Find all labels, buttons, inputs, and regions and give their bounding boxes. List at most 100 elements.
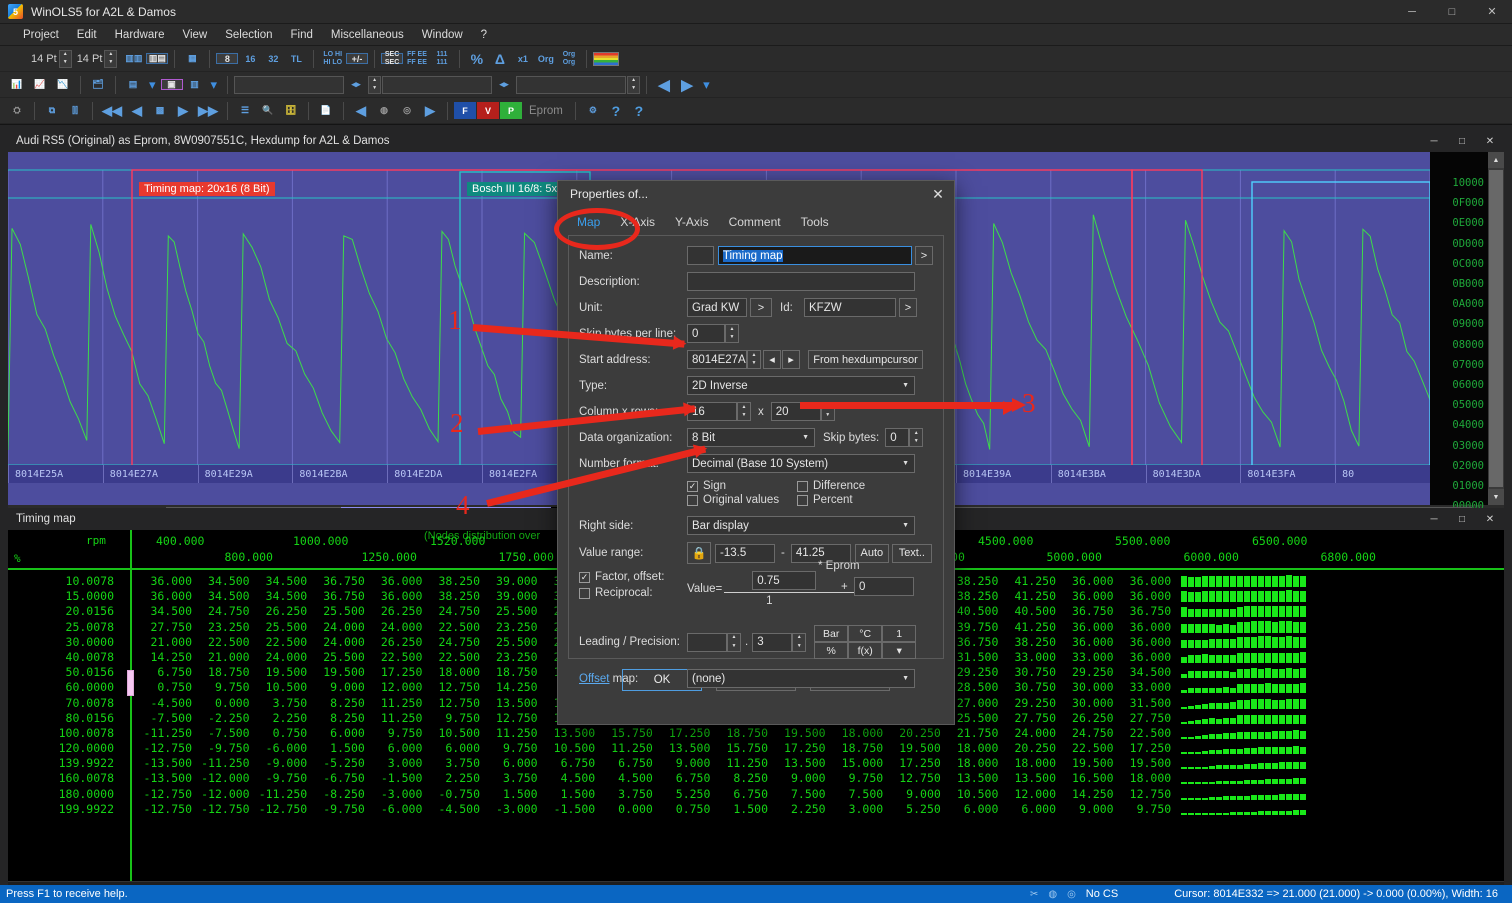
reciprocal-checkbox[interactable]: Reciprocal: <box>579 587 687 599</box>
grid-columns-icon[interactable]: ▦ <box>181 48 203 70</box>
data-cell[interactable]: 36.000 <box>1058 635 1114 649</box>
help-question-icon[interactable]: ? <box>605 100 627 122</box>
data-cell[interactable]: 11.250 <box>597 741 653 755</box>
menu-project[interactable]: Project <box>14 26 68 44</box>
factor-offset-checkbox[interactable]: ✓ Factor, offset: <box>579 571 687 583</box>
data-cell[interactable]: 24.000 <box>309 635 365 649</box>
leading-input[interactable] <box>687 632 727 652</box>
data-cell[interactable]: 11.250 <box>366 711 423 725</box>
data-cell[interactable]: 34.500 <box>194 589 250 603</box>
auto-button[interactable]: Auto <box>854 543 889 563</box>
table-row[interactable]: 100.0078 -11.250 -7.500 0.750 6.000 9.750 10.5… <box>8 726 1504 741</box>
last-icon[interactable]: ▶▶ <box>195 100 221 122</box>
data-cell[interactable]: 10.500 <box>942 787 999 801</box>
combo-1-spinner[interactable]: ▲ ▼ <box>368 75 382 94</box>
data-cell[interactable]: 25.500 <box>251 620 308 634</box>
data-cell[interactable]: -9.000 <box>251 756 308 770</box>
keyboard-map-icon[interactable]: ▥▥ <box>122 48 145 70</box>
data-cell[interactable]: 19.500 <box>1058 756 1114 770</box>
data-cell[interactable]: 12.000 <box>1000 787 1056 801</box>
start-address-prev-button[interactable]: ◂ <box>763 350 781 369</box>
close-button[interactable]: ✕ <box>1472 0 1512 24</box>
data-cell[interactable]: 27.750 <box>1115 711 1172 725</box>
data-organization-select[interactable]: 8 Bit ▼ <box>687 428 815 447</box>
help-pointer-icon[interactable]: ? <box>628 100 650 122</box>
font-size-1-spinner[interactable]: ▲ ▼ <box>58 49 72 68</box>
data-cell[interactable]: -6.750 <box>309 771 365 785</box>
data-cell[interactable]: -4.500 <box>424 802 480 816</box>
data-cell[interactable]: 34.500 <box>136 604 192 618</box>
data-cell[interactable]: 33.000 <box>1115 680 1172 694</box>
forward-arrow-icon[interactable]: ▶ <box>419 100 441 122</box>
unit-browse-button[interactable]: > <box>750 298 772 317</box>
bits-8-button[interactable]: 8 <box>216 53 239 64</box>
unit-fx-button[interactable]: f(x) <box>848 642 883 659</box>
data-cell[interactable]: -12.750 <box>136 787 192 801</box>
start-address-next-button[interactable]: ▸ <box>782 350 800 369</box>
data-cell[interactable]: 1.500 <box>309 741 365 755</box>
split-view-dropdown-icon[interactable]: ▾ <box>207 77 222 93</box>
data-cell[interactable]: -13.500 <box>136 771 192 785</box>
hexdump-vertical-scrollbar[interactable]: ▲ ▼ <box>1488 152 1504 505</box>
data-cell[interactable]: -11.250 <box>136 726 192 740</box>
data-cell[interactable]: 14.250 <box>136 650 192 664</box>
drop-icon[interactable]: ◍ <box>1048 889 1057 900</box>
leading-spinner[interactable]: ▲ ▼ <box>727 632 741 652</box>
data-cell[interactable]: 9.750 <box>366 726 423 740</box>
skip-bytes-spinner[interactable]: ▲ ▼ <box>909 428 924 447</box>
data-cell[interactable]: -13.500 <box>136 756 192 770</box>
data-cell[interactable]: 36.750 <box>309 589 365 603</box>
data-cell[interactable]: 6.000 <box>309 726 365 740</box>
data-cell[interactable]: 20.250 <box>885 726 941 740</box>
number-format-select[interactable]: Decimal (Base 10 System) ▼ <box>687 454 915 473</box>
data-cell[interactable]: 30.000 <box>1058 696 1114 710</box>
data-cell[interactable]: 22.500 <box>424 620 480 634</box>
tab-map[interactable]: Map <box>568 213 609 231</box>
secc-button[interactable]: SEC SEC <box>381 51 404 66</box>
unit-celsius-button[interactable]: °C <box>848 625 883 642</box>
data-cell[interactable]: 9.000 <box>885 787 941 801</box>
data-cell[interactable]: 10.500 <box>424 726 480 740</box>
data-cell[interactable]: 18.000 <box>942 756 999 770</box>
data-cell[interactable]: 22.500 <box>424 650 480 664</box>
data-cell[interactable]: 30.750 <box>1000 665 1056 679</box>
data-cell[interactable]: 18.000 <box>942 741 999 755</box>
data-cell[interactable]: 3.000 <box>827 802 884 816</box>
data-cell[interactable]: 33.000 <box>1000 650 1056 664</box>
lock-icon[interactable]: 🔒 <box>687 542 711 564</box>
data-cell[interactable]: 19.500 <box>770 726 826 740</box>
data-cell[interactable]: 3.000 <box>366 756 423 770</box>
menu-miscellaneous[interactable]: Miscellaneous <box>322 26 413 44</box>
data-cell[interactable]: 12.750 <box>482 711 538 725</box>
data-cell[interactable]: 12.750 <box>885 771 941 785</box>
right-side-select[interactable]: Bar display ▼ <box>687 516 915 535</box>
numerator-input[interactable]: 0.75 <box>752 571 817 590</box>
data-cell[interactable]: 13.500 <box>654 741 711 755</box>
data-cell[interactable]: 14.250 <box>1058 787 1114 801</box>
data-cell[interactable]: -7.500 <box>136 711 192 725</box>
ff-ee-button[interactable]: FF EE FF EE <box>404 48 430 70</box>
data-cell[interactable]: 15.000 <box>827 756 884 770</box>
data-cell[interactable]: 19.500 <box>251 665 308 679</box>
data-cell[interactable]: 36.000 <box>136 589 192 603</box>
data-cell[interactable]: 9.750 <box>482 741 538 755</box>
table-row[interactable]: 120.0000 -12.750 -9.750 -6.000 1.500 6.000 6.0… <box>8 741 1504 756</box>
skip-bytes-line-spinner[interactable]: ▲ ▼ <box>725 324 739 343</box>
data-cell[interactable]: 0.750 <box>654 802 711 816</box>
data-cell[interactable]: -12.750 <box>251 802 307 816</box>
data-cell[interactable]: -4.500 <box>136 696 192 710</box>
data-cell[interactable]: 24.000 <box>251 650 308 664</box>
data-cell[interactable]: 5.250 <box>654 787 711 801</box>
columns-input[interactable]: 16 <box>687 402 737 421</box>
unit-one-button[interactable]: 1 <box>882 625 917 642</box>
data-cell[interactable]: 18.750 <box>482 665 538 679</box>
data-cell[interactable]: 36.000 <box>1115 620 1172 634</box>
data-cell[interactable]: 9.000 <box>770 771 826 785</box>
first-icon[interactable]: ◀◀ <box>99 100 125 122</box>
data-cell[interactable]: 8.250 <box>309 696 365 710</box>
scissors-icon[interactable]: ✂ <box>1030 889 1038 900</box>
data-cell[interactable]: 7.500 <box>770 787 826 801</box>
data-cell[interactable]: 9.000 <box>1058 802 1114 816</box>
data-cell[interactable]: 39.000 <box>482 574 538 588</box>
data-cell[interactable]: 18.000 <box>424 665 480 679</box>
